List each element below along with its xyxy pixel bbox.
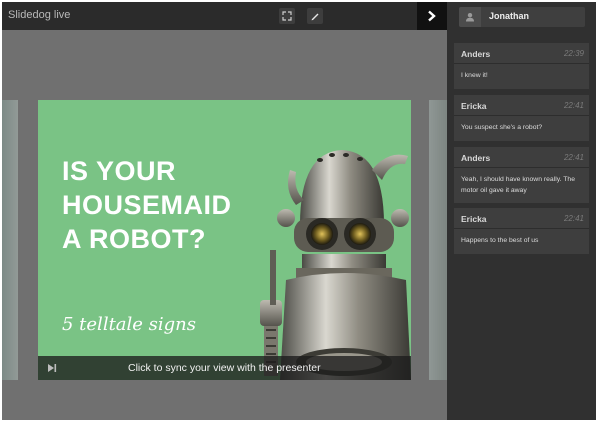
fullscreen-button[interactable] bbox=[279, 8, 295, 24]
user-box[interactable]: Jonathan bbox=[459, 7, 585, 27]
message-header: Ericka 22:41 bbox=[454, 95, 589, 116]
message-time: 22:41 bbox=[563, 153, 584, 162]
message-header: Anders 22:39 bbox=[454, 43, 589, 64]
avatar bbox=[459, 7, 481, 27]
message-author: Ericka bbox=[461, 101, 487, 111]
collapse-sidebar-button[interactable] bbox=[417, 2, 447, 30]
fullscreen-icon bbox=[282, 11, 292, 21]
next-slide-preview[interactable] bbox=[429, 100, 447, 380]
top-bar: Slidedog live bbox=[2, 2, 447, 30]
message-text: You suspect she's a robot? bbox=[461, 124, 543, 131]
message-time: 22:41 bbox=[563, 214, 584, 223]
user-name: Jonathan bbox=[489, 11, 530, 21]
chat-sidebar: Jonathan Anders 22:39 I knew it! Ericka … bbox=[447, 2, 596, 420]
message-time: 22:41 bbox=[563, 101, 584, 110]
slidedog-app: Slidedog live IS YOUR HOUSEMAID A ROBOT? bbox=[2, 2, 596, 420]
pen-button[interactable] bbox=[307, 8, 323, 24]
message-author: Anders bbox=[461, 153, 491, 163]
presentation-stage: IS YOUR HOUSEMAID A ROBOT? 5 telltale si… bbox=[2, 30, 447, 420]
chat-message: Ericka 22:41 You suspect she's a robot? bbox=[454, 95, 589, 141]
sync-label: Click to sync your view with the present… bbox=[128, 362, 321, 374]
robot-illustration bbox=[260, 150, 411, 380]
message-author: Ericka bbox=[461, 214, 487, 224]
previous-slide-preview[interactable] bbox=[2, 100, 18, 380]
skip-to-end-icon bbox=[48, 364, 57, 372]
user-icon bbox=[466, 13, 474, 22]
chat-message: Ericka 22:41 Happens to the best of us bbox=[454, 208, 589, 254]
slide-title-line: IS YOUR bbox=[62, 156, 177, 186]
message-text: Happens to the best of us bbox=[461, 237, 539, 244]
chevron-right-icon bbox=[428, 10, 436, 22]
message-text: Yeah, I should have known really. The mo… bbox=[461, 176, 575, 194]
slide-title-line: A ROBOT? bbox=[62, 224, 206, 254]
slide-title: IS YOUR HOUSEMAID A ROBOT? bbox=[62, 154, 272, 256]
app-title: Slidedog live bbox=[8, 9, 71, 21]
pen-icon bbox=[311, 13, 319, 21]
current-slide: IS YOUR HOUSEMAID A ROBOT? 5 telltale si… bbox=[38, 100, 411, 380]
sync-bar[interactable]: Click to sync your view with the present… bbox=[38, 356, 411, 380]
message-time: 22:39 bbox=[563, 49, 584, 58]
slide-subtitle: 5 telltale signs bbox=[62, 314, 197, 335]
chat-message: Anders 22:41 Yeah, I should have known r… bbox=[454, 147, 589, 203]
message-header: Ericka 22:41 bbox=[454, 208, 589, 229]
message-author: Anders bbox=[461, 49, 491, 59]
message-header: Anders 22:41 bbox=[454, 147, 589, 168]
slide-title-line: HOUSEMAID bbox=[62, 190, 232, 220]
message-text: I knew it! bbox=[461, 72, 488, 79]
chat-message: Anders 22:39 I knew it! bbox=[454, 43, 589, 89]
